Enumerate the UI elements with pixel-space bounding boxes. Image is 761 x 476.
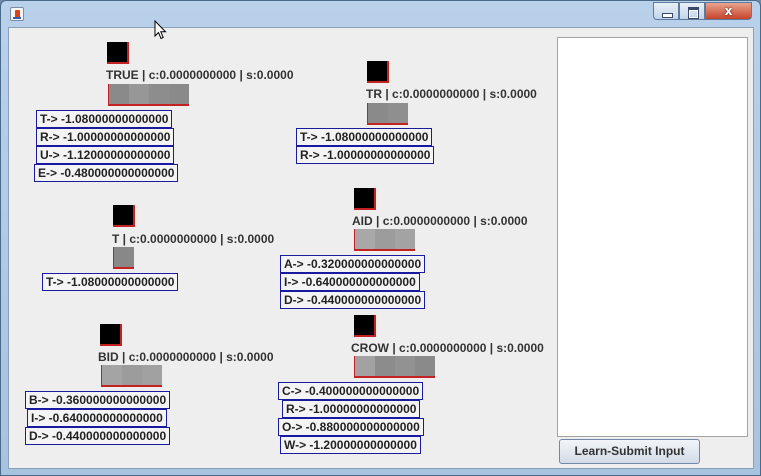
title-bar[interactable]: x bbox=[1, 1, 760, 27]
main-panel: TRUE | c:0.0000000000 | s:0.0000 T-> -1.… bbox=[8, 27, 754, 469]
activation-bar bbox=[354, 356, 435, 378]
close-icon: x bbox=[724, 4, 733, 18]
bar-cell bbox=[142, 365, 162, 385]
weight-box: T-> -1.08000000000000 bbox=[36, 110, 173, 128]
bar-cell bbox=[388, 103, 408, 123]
node-label: CROW | c:0.0000000000 | s:0.0000 bbox=[351, 341, 544, 355]
bar-cell bbox=[102, 365, 122, 385]
weight-box: I-> -0.640000000000000 bbox=[280, 273, 420, 291]
bar-cell bbox=[109, 84, 129, 104]
activation-bar bbox=[108, 84, 189, 106]
bar-cell bbox=[149, 84, 169, 104]
bar-cell bbox=[368, 103, 388, 123]
weight-box: D-> -0.440000000000000 bbox=[25, 427, 171, 445]
close-button[interactable]: x bbox=[705, 2, 752, 20]
activation-bar bbox=[354, 229, 415, 251]
node-label: AID | c:0.0000000000 | s:0.0000 bbox=[352, 214, 528, 228]
bar-cell bbox=[375, 229, 395, 249]
node-label: T | c:0.0000000000 | s:0.0000 bbox=[112, 232, 275, 246]
weight-box: R-> -1.00000000000000 bbox=[36, 128, 175, 146]
weight-box: E-> -0.480000000000000 bbox=[34, 164, 179, 182]
bar-cell bbox=[375, 356, 395, 376]
weight-box: U-> -1.12000000000000 bbox=[36, 146, 175, 164]
weight-box: R-> -1.00000000000000 bbox=[296, 146, 435, 164]
node-indicator bbox=[354, 315, 376, 337]
node-label: TR | c:0.0000000000 | s:0.0000 bbox=[366, 87, 537, 101]
bar-cell bbox=[415, 356, 435, 376]
weight-box: A-> -0.320000000000000 bbox=[280, 255, 426, 273]
activation-bar bbox=[367, 103, 408, 125]
node-label: BID | c:0.0000000000 | s:0.0000 bbox=[98, 350, 274, 364]
weight-box: W-> -1.20000000000000 bbox=[280, 436, 421, 454]
maximize-button[interactable] bbox=[679, 2, 705, 20]
node-label: TRUE | c:0.0000000000 | s:0.0000 bbox=[106, 68, 294, 82]
bar-cell bbox=[122, 365, 142, 385]
weight-box: B-> -0.360000000000000 bbox=[25, 391, 171, 409]
bar-cell bbox=[395, 356, 415, 376]
weight-box: T-> -1.08000000000000 bbox=[42, 273, 179, 291]
bar-cell bbox=[169, 84, 189, 104]
bar-cell bbox=[395, 229, 415, 249]
bar-cell bbox=[355, 229, 375, 249]
node-indicator bbox=[354, 188, 376, 210]
output-textarea[interactable] bbox=[557, 37, 748, 437]
weight-box: C-> -0.400000000000000 bbox=[278, 382, 424, 400]
bar-cell bbox=[355, 356, 375, 376]
weight-box: I-> -0.640000000000000 bbox=[27, 409, 167, 427]
bar-cell bbox=[129, 84, 149, 104]
node-indicator bbox=[367, 61, 389, 83]
activation-bar bbox=[101, 365, 162, 387]
weight-box: R-> -1.00000000000000 bbox=[282, 400, 421, 418]
learn-submit-button[interactable]: Learn-Submit Input bbox=[559, 439, 700, 464]
weight-box: O-> -0.880000000000000 bbox=[278, 418, 424, 436]
minimize-button[interactable] bbox=[653, 2, 679, 20]
weight-box: T-> -1.08000000000000 bbox=[296, 128, 433, 146]
node-indicator bbox=[100, 324, 122, 346]
weight-box: D-> -0.440000000000000 bbox=[280, 291, 426, 309]
node-indicator bbox=[107, 42, 129, 64]
application-window: x TRUE | c:0.0000000000 | s:0.0000 T-> -… bbox=[0, 0, 761, 476]
java-app-icon bbox=[10, 7, 24, 21]
bar-cell bbox=[114, 247, 134, 267]
node-indicator bbox=[113, 205, 135, 227]
activation-bar bbox=[113, 247, 134, 269]
